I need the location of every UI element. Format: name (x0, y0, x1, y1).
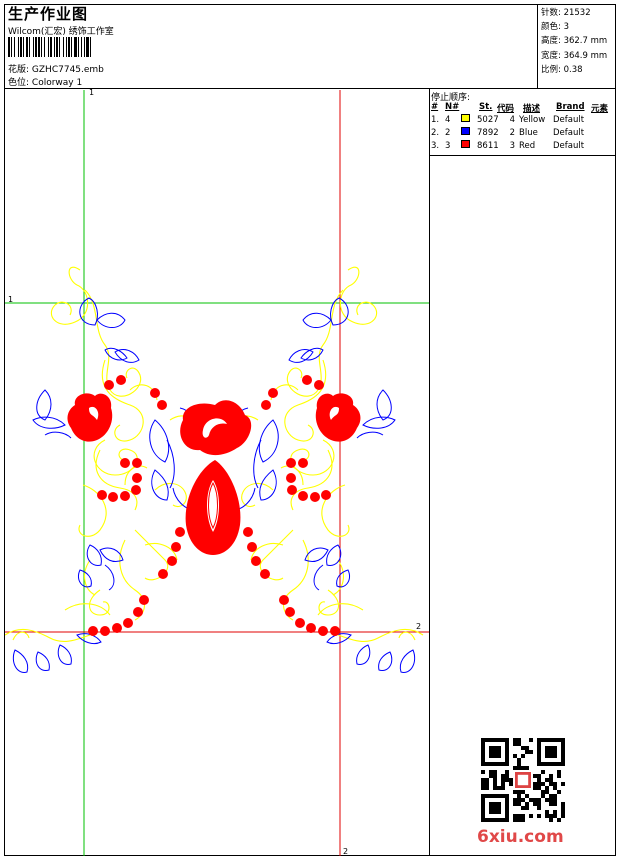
mirrored-motif (231, 266, 424, 673)
barcode (8, 37, 153, 57)
stat-scale: 比例: 0.38 (541, 64, 583, 75)
stat-stitches: 针数: 21532 (541, 8, 591, 18)
table-bottom-divider (429, 155, 616, 156)
studio-name: Wilcom(汇宏) 绣饰工作室 (8, 27, 114, 37)
stat-width: 宽度: 364.9 mm (541, 50, 608, 61)
stat-colors: 颜色: 3 (541, 22, 569, 33)
stats-block: 针数: 21532 颜色: 3 高度: 362.7 mm 宽度: 364.9 m… (541, 6, 607, 77)
color-swatch (461, 114, 477, 125)
green-guide-label-top: 1 (89, 88, 95, 97)
table-row: 1. 4 5027 4 Yellow Default (431, 114, 585, 125)
design-file-line: 花版: GZHC7745.emb (8, 62, 104, 75)
red-guide-label-bottom: 2 (343, 847, 349, 856)
page-title: 生产作业图 (8, 5, 89, 23)
header-stats-divider (537, 4, 538, 88)
table-row: 3. 3 8611 3 Red Default (431, 140, 585, 151)
table-header: # N# St. 代码 描述 Brand 元素 (431, 102, 609, 114)
green-guide-label-left: 1 (8, 295, 14, 304)
embroidery-design (5, 90, 429, 856)
design-file: GZHC7745.emb (31, 65, 104, 75)
color-swatch (461, 140, 477, 151)
colorway-value: Colorway 1 (31, 78, 83, 88)
table-row: 2. 2 7892 2 Blue Default (431, 127, 585, 138)
colorway-label: 色位: (8, 78, 30, 88)
header-divider (4, 88, 616, 89)
color-swatch (461, 127, 477, 138)
side-panel-divider (429, 88, 430, 856)
watermark-logo: 6xiu.com (477, 827, 564, 847)
stat-height: 高度: 362.7 mm (541, 36, 608, 47)
colorway-line: 色位: Colorway 1 (8, 75, 82, 88)
red-guide-label-right: 2 (416, 622, 422, 631)
stop-sequence-table: # N# St. 代码 描述 Brand 元素 1. 4 5027 4 Yellow De… (431, 102, 615, 152)
design-label: 花版: (8, 65, 30, 75)
qr-code (481, 738, 565, 822)
